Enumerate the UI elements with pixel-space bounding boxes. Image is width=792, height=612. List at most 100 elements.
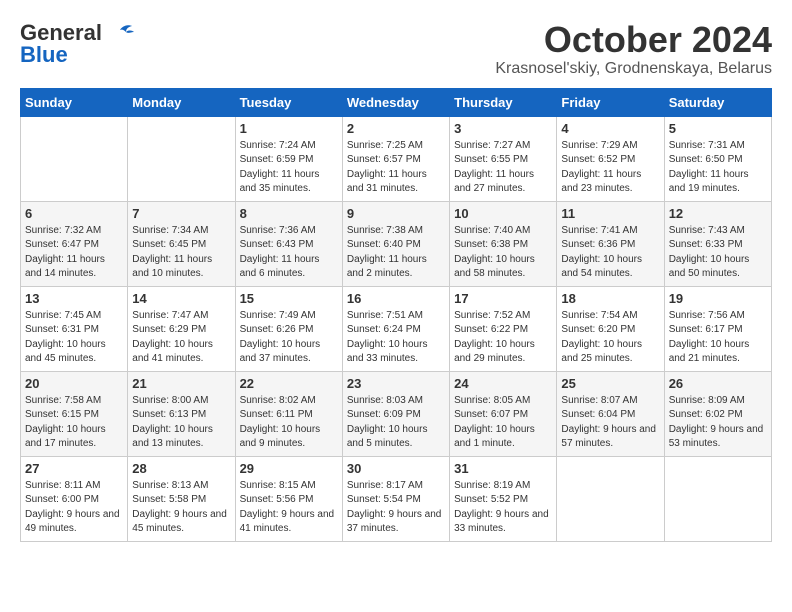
calendar-cell: 2 Sunrise: 7:25 AMSunset: 6:57 PMDaylight… (342, 116, 449, 201)
weekday-header-sunday: Sunday (21, 88, 128, 116)
calendar-cell: 16 Sunrise: 7:51 AMSunset: 6:24 PMDayligh… (342, 286, 449, 371)
day-info: Sunrise: 7:34 AMSunset: 6:45 PMDaylight:… (132, 224, 230, 282)
page-header: General Blue October 2024 Krasnosel'skiy… (20, 20, 772, 78)
day-number: 20 (25, 376, 123, 391)
day-info: Sunrise: 7:25 AMSunset: 6:57 PMDaylight:… (347, 139, 445, 197)
day-info: Sunrise: 7:58 AMSunset: 6:15 PMDaylight:… (25, 394, 123, 452)
day-number: 31 (454, 461, 552, 476)
day-number: 24 (454, 376, 552, 391)
calendar-cell: 20 Sunrise: 7:58 AMSunset: 6:15 PMDayligh… (21, 371, 128, 456)
day-number: 28 (132, 461, 230, 476)
calendar-cell (557, 456, 664, 541)
day-number: 30 (347, 461, 445, 476)
day-info: Sunrise: 7:36 AMSunset: 6:43 PMDaylight:… (240, 224, 338, 282)
day-number: 29 (240, 461, 338, 476)
calendar-cell: 10 Sunrise: 7:40 AMSunset: 6:38 PMDayligh… (450, 201, 557, 286)
day-info: Sunrise: 7:41 AMSunset: 6:36 PMDaylight:… (561, 224, 659, 282)
weekday-header-wednesday: Wednesday (342, 88, 449, 116)
day-info: Sunrise: 7:56 AMSunset: 6:17 PMDaylight:… (669, 309, 767, 367)
calendar-cell: 29 Sunrise: 8:15 AMSunset: 5:56 PMDayligh… (235, 456, 342, 541)
day-number: 9 (347, 206, 445, 221)
calendar-cell: 9 Sunrise: 7:38 AMSunset: 6:40 PMDaylight… (342, 201, 449, 286)
day-info: Sunrise: 7:45 AMSunset: 6:31 PMDaylight:… (25, 309, 123, 367)
calendar-cell: 18 Sunrise: 7:54 AMSunset: 6:20 PMDayligh… (557, 286, 664, 371)
day-info: Sunrise: 8:05 AMSunset: 6:07 PMDaylight:… (454, 394, 552, 452)
weekday-header-friday: Friday (557, 88, 664, 116)
calendar-cell: 13 Sunrise: 7:45 AMSunset: 6:31 PMDayligh… (21, 286, 128, 371)
day-number: 5 (669, 121, 767, 136)
calendar-cell: 17 Sunrise: 7:52 AMSunset: 6:22 PMDayligh… (450, 286, 557, 371)
day-number: 17 (454, 291, 552, 306)
day-info: Sunrise: 8:09 AMSunset: 6:02 PMDaylight:… (669, 394, 767, 452)
day-number: 10 (454, 206, 552, 221)
weekday-header-saturday: Saturday (664, 88, 771, 116)
day-number: 25 (561, 376, 659, 391)
calendar-cell: 19 Sunrise: 7:56 AMSunset: 6:17 PMDayligh… (664, 286, 771, 371)
calendar-cell: 4Sunrise: 7:29 AMSunset: 6:52 PMDaylight… (557, 116, 664, 201)
day-info: Sunrise: 7:52 AMSunset: 6:22 PMDaylight:… (454, 309, 552, 367)
day-info: Sunrise: 8:00 AMSunset: 6:13 PMDaylight:… (132, 394, 230, 452)
calendar-cell: 6 Sunrise: 7:32 AMSunset: 6:47 PMDaylight… (21, 201, 128, 286)
calendar-cell: 11Sunrise: 7:41 AMSunset: 6:36 PMDayligh… (557, 201, 664, 286)
title-section: October 2024 Krasnosel'skiy, Grodnenskay… (495, 20, 772, 78)
day-info: Sunrise: 8:07 AMSunset: 6:04 PMDaylight:… (561, 394, 659, 452)
weekday-header-tuesday: Tuesday (235, 88, 342, 116)
day-number: 1 (240, 121, 338, 136)
calendar-cell: 12 Sunrise: 7:43 AMSunset: 6:33 PMDayligh… (664, 201, 771, 286)
calendar-cell: 14 Sunrise: 7:47 AMSunset: 6:29 PMDayligh… (128, 286, 235, 371)
day-number: 26 (669, 376, 767, 391)
day-info: Sunrise: 7:31 AMSunset: 6:50 PMDaylight:… (669, 139, 767, 197)
day-number: 18 (561, 291, 659, 306)
day-number: 2 (347, 121, 445, 136)
day-number: 16 (347, 291, 445, 306)
calendar-cell: 1Sunrise: 7:24 AMSunset: 6:59 PMDaylight… (235, 116, 342, 201)
calendar-cell: 7Sunrise: 7:34 AMSunset: 6:45 PMDaylight… (128, 201, 235, 286)
day-number: 4 (561, 121, 659, 136)
calendar-cell (21, 116, 128, 201)
calendar-cell: 28 Sunrise: 8:13 AMSunset: 5:58 PMDayligh… (128, 456, 235, 541)
day-info: Sunrise: 7:49 AMSunset: 6:26 PMDaylight:… (240, 309, 338, 367)
day-number: 19 (669, 291, 767, 306)
logo-bird-icon (106, 22, 134, 44)
day-info: Sunrise: 7:40 AMSunset: 6:38 PMDaylight:… (454, 224, 552, 282)
day-info: Sunrise: 7:38 AMSunset: 6:40 PMDaylight:… (347, 224, 445, 282)
calendar-cell (664, 456, 771, 541)
day-info: Sunrise: 7:47 AMSunset: 6:29 PMDaylight:… (132, 309, 230, 367)
month-title: October 2024 (495, 20, 772, 60)
day-number: 6 (25, 206, 123, 221)
day-number: 23 (347, 376, 445, 391)
calendar-cell: 3 Sunrise: 7:27 AMSunset: 6:55 PMDaylight… (450, 116, 557, 201)
day-number: 14 (132, 291, 230, 306)
day-info: Sunrise: 7:27 AMSunset: 6:55 PMDaylight:… (454, 139, 552, 197)
calendar-cell: 22 Sunrise: 8:02 AMSunset: 6:11 PMDayligh… (235, 371, 342, 456)
calendar-cell: 26 Sunrise: 8:09 AMSunset: 6:02 PMDayligh… (664, 371, 771, 456)
day-number: 8 (240, 206, 338, 221)
day-info: Sunrise: 8:02 AMSunset: 6:11 PMDaylight:… (240, 394, 338, 452)
weekday-header-monday: Monday (128, 88, 235, 116)
day-info: Sunrise: 8:03 AMSunset: 6:09 PMDaylight:… (347, 394, 445, 452)
calendar-cell: 30 Sunrise: 8:17 AMSunset: 5:54 PMDayligh… (342, 456, 449, 541)
day-number: 15 (240, 291, 338, 306)
day-info: Sunrise: 8:17 AMSunset: 5:54 PMDaylight:… (347, 479, 445, 537)
day-info: Sunrise: 7:43 AMSunset: 6:33 PMDaylight:… (669, 224, 767, 282)
day-info: Sunrise: 7:51 AMSunset: 6:24 PMDaylight:… (347, 309, 445, 367)
day-number: 22 (240, 376, 338, 391)
calendar-cell: 27Sunrise: 8:11 AMSunset: 6:00 PMDayligh… (21, 456, 128, 541)
day-info: Sunrise: 7:54 AMSunset: 6:20 PMDaylight:… (561, 309, 659, 367)
day-info: Sunrise: 7:32 AMSunset: 6:47 PMDaylight:… (25, 224, 123, 282)
day-number: 13 (25, 291, 123, 306)
day-number: 3 (454, 121, 552, 136)
day-number: 12 (669, 206, 767, 221)
weekday-header-thursday: Thursday (450, 88, 557, 116)
calendar-cell: 24 Sunrise: 8:05 AMSunset: 6:07 PMDayligh… (450, 371, 557, 456)
day-info: Sunrise: 8:15 AMSunset: 5:56 PMDaylight:… (240, 479, 338, 537)
logo: General Blue (20, 20, 134, 68)
calendar-table: SundayMondayTuesdayWednesdayThursdayFrid… (20, 88, 772, 542)
location: Krasnosel'skiy, Grodnenskaya, Belarus (495, 60, 772, 78)
logo-text-blue: Blue (20, 42, 68, 68)
calendar-cell: 5 Sunrise: 7:31 AMSunset: 6:50 PMDaylight… (664, 116, 771, 201)
calendar-cell: 21Sunrise: 8:00 AMSunset: 6:13 PMDayligh… (128, 371, 235, 456)
day-info: Sunrise: 8:13 AMSunset: 5:58 PMDaylight:… (132, 479, 230, 537)
calendar-cell: 23 Sunrise: 8:03 AMSunset: 6:09 PMDayligh… (342, 371, 449, 456)
calendar-cell: 15 Sunrise: 7:49 AMSunset: 6:26 PMDayligh… (235, 286, 342, 371)
